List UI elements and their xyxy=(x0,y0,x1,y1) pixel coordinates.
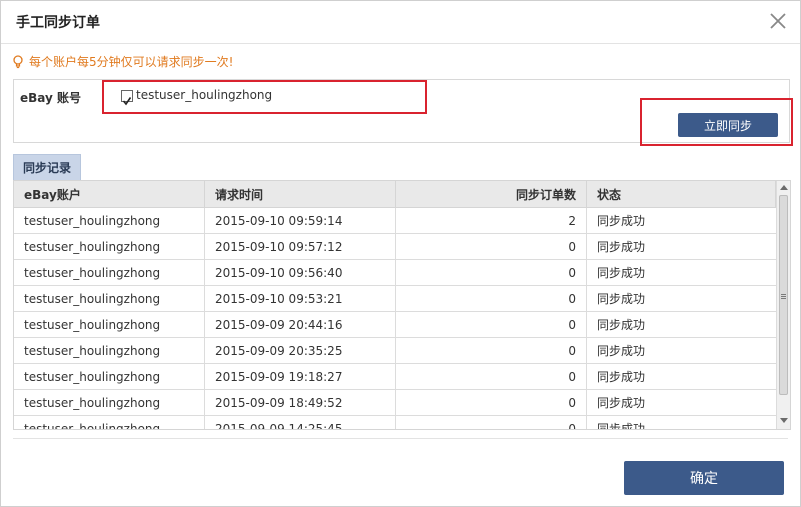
cell-account: testuser_houlingzhong xyxy=(14,364,205,389)
cell-count: 0 xyxy=(396,338,587,363)
cell-account: testuser_houlingzhong xyxy=(14,234,205,259)
column-header-order-count[interactable]: 同步订单数 xyxy=(396,181,587,207)
cell-count: 0 xyxy=(396,390,587,415)
table-row[interactable]: testuser_houlingzhong 2015-09-09 18:49:52… xyxy=(14,390,776,416)
cell-status: 同步成功 xyxy=(597,266,646,280)
footer-divider xyxy=(13,438,788,439)
cell-account: testuser_houlingzhong xyxy=(14,260,205,285)
grip-line xyxy=(781,296,786,297)
table-row[interactable]: testuser_houlingzhong 2015-09-10 09:59:14… xyxy=(14,208,776,234)
table-row[interactable]: testuser_houlingzhong 2015-09-09 20:44:16… xyxy=(14,312,776,338)
cell-status: 同步成功 xyxy=(597,292,646,306)
cell-time: 2015-09-10 09:56:40 xyxy=(205,260,396,285)
cell-time: 2015-09-09 14:25:45 xyxy=(205,416,396,429)
account-checkbox[interactable] xyxy=(121,90,133,106)
scroll-thumb[interactable] xyxy=(779,195,788,395)
cell-time: 2015-09-09 20:44:16 xyxy=(205,312,396,337)
cell-account: testuser_houlingzhong xyxy=(14,312,205,337)
scroll-down-arrow-icon[interactable] xyxy=(780,418,788,423)
cell-status: 同步成功 xyxy=(597,396,646,410)
cell-account: testuser_houlingzhong xyxy=(14,390,205,415)
sync-now-button[interactable]: 立即同步 xyxy=(678,113,778,137)
cell-status: 同步成功 xyxy=(597,344,646,358)
table-row[interactable]: testuser_houlingzhong 2015-09-10 09:57:12… xyxy=(14,234,776,260)
cell-account: testuser_houlingzhong xyxy=(14,338,205,363)
column-header-status[interactable]: 状态 xyxy=(587,181,776,207)
cell-count: 0 xyxy=(396,364,587,389)
sync-tip: 每个账户每5分钟仅可以请求同步一次! xyxy=(13,53,233,70)
cell-count: 2 xyxy=(396,208,587,233)
cell-account: testuser_houlingzhong xyxy=(14,286,205,311)
table-header: eBay账户 请求时间 同步订单数 状态 xyxy=(14,181,776,208)
cell-account: testuser_houlingzhong xyxy=(14,416,205,429)
table-row[interactable]: testuser_houlingzhong 2015-09-09 14:25:45… xyxy=(14,416,776,430)
tip-text: 每个账户每5分钟仅可以请求同步一次! xyxy=(29,55,234,69)
dialog-title: 手工同步订单 xyxy=(16,15,100,31)
column-header-request-time[interactable]: 请求时间 xyxy=(205,181,396,207)
cell-count: 0 xyxy=(396,416,587,429)
cell-time: 2015-09-09 18:49:52 xyxy=(205,390,396,415)
account-label: eBay 账号 xyxy=(20,91,82,105)
cell-count: 0 xyxy=(396,286,587,311)
table-row[interactable]: testuser_houlingzhong 2015-09-09 19:18:27… xyxy=(14,364,776,390)
grip-line xyxy=(781,298,786,299)
cell-count: 0 xyxy=(396,312,587,337)
account-panel: eBay 账号 testuser_houlingzhong 立即同步 xyxy=(13,79,793,146)
lightbulb-icon xyxy=(13,54,23,68)
cell-time: 2015-09-10 09:53:21 xyxy=(205,286,396,311)
cell-time: 2015-09-09 19:18:27 xyxy=(205,364,396,389)
cell-count: 0 xyxy=(396,234,587,259)
table-scrollbar[interactable] xyxy=(776,181,790,429)
tab-sync-records[interactable]: 同步记录 xyxy=(13,154,81,180)
cell-count: 0 xyxy=(396,260,587,285)
cell-status: 同步成功 xyxy=(597,318,646,332)
confirm-button[interactable]: 确定 xyxy=(624,461,784,495)
grip-line xyxy=(781,294,786,295)
scroll-up-arrow-icon[interactable] xyxy=(780,185,788,190)
cell-account: testuser_houlingzhong xyxy=(14,208,205,233)
column-header-account[interactable]: eBay账户 xyxy=(14,181,205,207)
sync-orders-dialog: 手工同步订单 每个账户每5分钟仅可以请求同步一次! eBay 账号 testus… xyxy=(0,0,801,507)
cell-time: 2015-09-09 20:35:25 xyxy=(205,338,396,363)
table-row[interactable]: testuser_houlingzhong 2015-09-10 09:53:21… xyxy=(14,286,776,312)
table-row[interactable]: testuser_houlingzhong 2015-09-10 09:56:40… xyxy=(14,260,776,286)
title-bar: 手工同步订单 xyxy=(1,1,800,44)
cell-status: 同步成功 xyxy=(597,422,646,430)
table-row[interactable]: testuser_houlingzhong 2015-09-09 20:35:25… xyxy=(14,338,776,364)
cell-status: 同步成功 xyxy=(597,240,646,254)
cell-status: 同步成功 xyxy=(597,370,646,384)
cell-status: 同步成功 xyxy=(597,214,646,228)
cell-time: 2015-09-10 09:57:12 xyxy=(205,234,396,259)
cell-time: 2015-09-10 09:59:14 xyxy=(205,208,396,233)
close-icon[interactable] xyxy=(768,11,788,31)
sync-records-table: eBay账户 请求时间 同步订单数 状态 testuser_houlingzho… xyxy=(13,180,791,430)
checkbox-checked-icon xyxy=(122,97,132,106)
account-name: testuser_houlingzhong xyxy=(136,88,273,102)
